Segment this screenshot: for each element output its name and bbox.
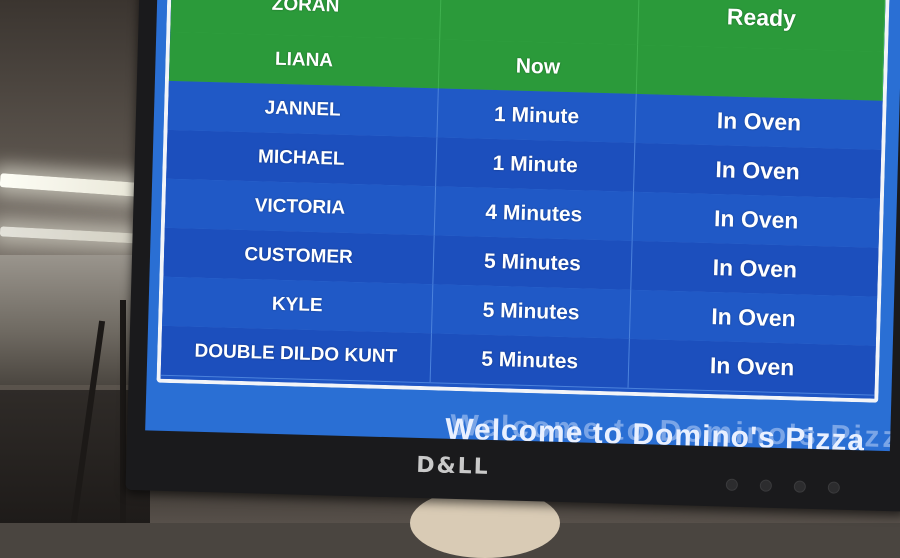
- monitor-button[interactable]: [725, 478, 739, 491]
- order-status: In Oven: [713, 205, 799, 234]
- order-board: ZORAN Ready LIANA Now JANNEL 1 Minute In Oven M…: [156, 0, 890, 403]
- customer-name: LIANA: [168, 31, 441, 89]
- wait-time: 4 Minutes: [434, 186, 634, 241]
- monitor-button[interactable]: [793, 480, 806, 493]
- wait-time: 5 Minutes: [430, 333, 630, 388]
- power-button[interactable]: [827, 481, 840, 494]
- order-status: In Oven: [715, 156, 801, 185]
- monitor-brand-logo: D&LL: [415, 452, 491, 480]
- wait-time: 1 Minute: [437, 88, 637, 143]
- wait-time: 1 Minute: [436, 137, 636, 192]
- wait-time: 5 Minutes: [433, 235, 633, 290]
- order-status: [636, 44, 885, 101]
- order-status-monitor: ZORAN Ready LIANA Now JANNEL 1 Minute In Oven M…: [125, 0, 900, 512]
- order-status: In Oven: [716, 107, 802, 136]
- customer-name: VICTORIA: [164, 178, 437, 236]
- order-status: In Oven: [709, 352, 795, 381]
- customer-name: KYLE: [162, 276, 434, 334]
- order-status: In Oven: [711, 303, 797, 332]
- customer-name: CUSTOMER: [163, 227, 435, 285]
- monitor-button[interactable]: [759, 479, 773, 492]
- monitor-buttons: [725, 478, 840, 494]
- customer-name: DOUBLE DILDO KUNT: [160, 325, 432, 383]
- steel-wall-panel: [0, 255, 150, 385]
- shelf-pole: [120, 300, 126, 523]
- order-status: Ready: [638, 0, 886, 52]
- wait-time: Now: [438, 39, 639, 94]
- monitor-screen: ZORAN Ready LIANA Now JANNEL 1 Minute In Oven M…: [145, 0, 900, 452]
- order-status: In Oven: [712, 254, 798, 283]
- customer-name: MICHAEL: [166, 129, 438, 187]
- wait-time: [440, 0, 640, 45]
- wait-time: 5 Minutes: [431, 284, 632, 339]
- customer-name: JANNEL: [167, 80, 439, 138]
